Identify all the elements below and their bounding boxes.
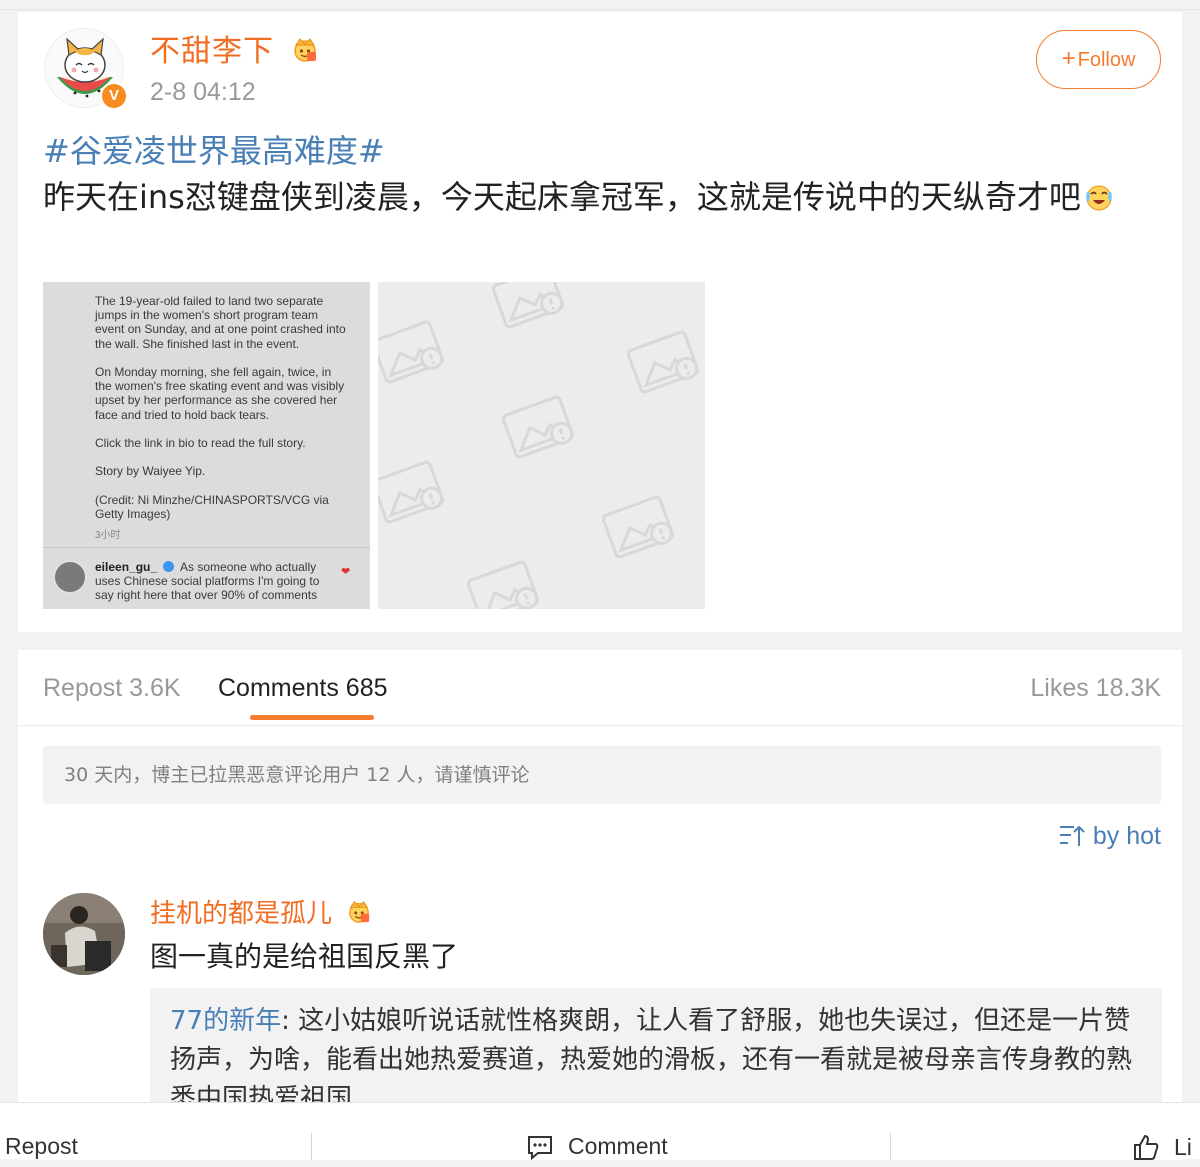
crown-badge-icon (346, 899, 372, 930)
heart-icon: ❤ (341, 566, 351, 578)
crown-badge-icon (291, 35, 319, 70)
commenter-name-row[interactable]: 挂机的都是孤儿 (150, 893, 372, 930)
image-comment: eileen_gu_ As someone who actually uses … (95, 560, 335, 603)
bar-separator (890, 1133, 891, 1160)
verified-badge: V (100, 82, 128, 110)
plus-icon: + (1061, 45, 1076, 72)
comment-icon (526, 1134, 554, 1166)
repost-button[interactable]: Repost (5, 1133, 78, 1160)
image-article-text: The 19-year-old failed to land two separ… (95, 294, 346, 522)
reply-username[interactable]: 77的新年 (170, 1006, 281, 1036)
repost-label: Repost (5, 1133, 78, 1159)
post-hashtag[interactable]: #谷爱凌世界最高难度# (43, 128, 1153, 174)
commenter-name[interactable]: 挂机的都是孤儿 (150, 899, 332, 929)
comment-button[interactable]: Comment (526, 1133, 668, 1166)
bar-separator (311, 1133, 312, 1160)
follow-label: Follow (1077, 49, 1136, 71)
comments-card: Repost 3.6K Comments 685 Likes 18.3K 30 … (18, 650, 1182, 1160)
bottom-action-bar: Repost Comment Li (0, 1102, 1200, 1161)
post-text: 昨天在ins怼键盘侠到凌晨，今天起床拿冠军，这就是传说中的天纵奇才吧 (43, 178, 1081, 216)
tab-likes[interactable]: Likes 18.3K (1030, 674, 1161, 703)
image-fade (95, 602, 335, 609)
photo-avatar-icon (43, 893, 125, 975)
post-time: 2-8 04:12 (150, 78, 256, 106)
reply-separator: : (281, 1006, 290, 1036)
top-edge (0, 0, 1200, 10)
tab-repost[interactable]: Repost 3.6K (43, 674, 181, 703)
like-label: Li (1174, 1134, 1192, 1160)
image-time-ago: 3小时 (95, 530, 121, 541)
post-body: #谷爱凌世界最高难度# 昨天在ins怼键盘侠到凌晨，今天起床拿冠军，这就是传说中… (43, 128, 1153, 224)
post-image-2[interactable] (378, 282, 705, 609)
comment-label: Comment (568, 1133, 668, 1159)
broken-image-icon (378, 282, 701, 609)
block-notice: 30 天内，博主已拉黑恶意评论用户 12 人，请谨慎评论 (43, 746, 1161, 804)
author-name[interactable]: 不甜李下 (150, 34, 274, 69)
follow-button[interactable]: + Follow (1036, 30, 1161, 89)
verified-check-icon (163, 561, 175, 572)
image-comment-user: eileen_gu_ (95, 560, 158, 574)
reply-preview[interactable]: 77的新年: 这小姑娘听说话就性格爽朗，让人看了舒服，她也失误过，但还是一片赞扬… (150, 988, 1162, 1108)
sort-by-hot-button[interactable]: by hot (1059, 822, 1161, 855)
active-tab-indicator (250, 715, 374, 720)
tabs-divider (18, 725, 1182, 726)
sort-icon (1059, 824, 1085, 855)
author-name-row[interactable]: 不甜李下 (150, 26, 319, 70)
reply-text: 这小姑娘听说话就性格爽朗，让人看了舒服，她也失误过，但还是一片赞扬声，为啥，能看… (170, 1006, 1133, 1108)
post-card: V 不甜李下 2-8 04:12 + Follow #谷爱凌世界最高难度# 昨天在… (18, 12, 1182, 632)
thumbs-up-icon (1132, 1133, 1160, 1167)
comment-text: 图一真的是给祖国反黑了 (150, 940, 459, 973)
image-divider (43, 547, 370, 548)
commenter-avatar (53, 560, 87, 594)
post-image-1[interactable]: The 19-year-old failed to land two separ… (43, 282, 370, 609)
tab-comments[interactable]: Comments 685 (218, 674, 388, 703)
commenter-avatar[interactable] (43, 893, 125, 975)
sort-label: by hot (1092, 822, 1161, 850)
crying-laughing-emoji-icon (1083, 178, 1115, 224)
like-button[interactable]: Li (1132, 1133, 1192, 1167)
